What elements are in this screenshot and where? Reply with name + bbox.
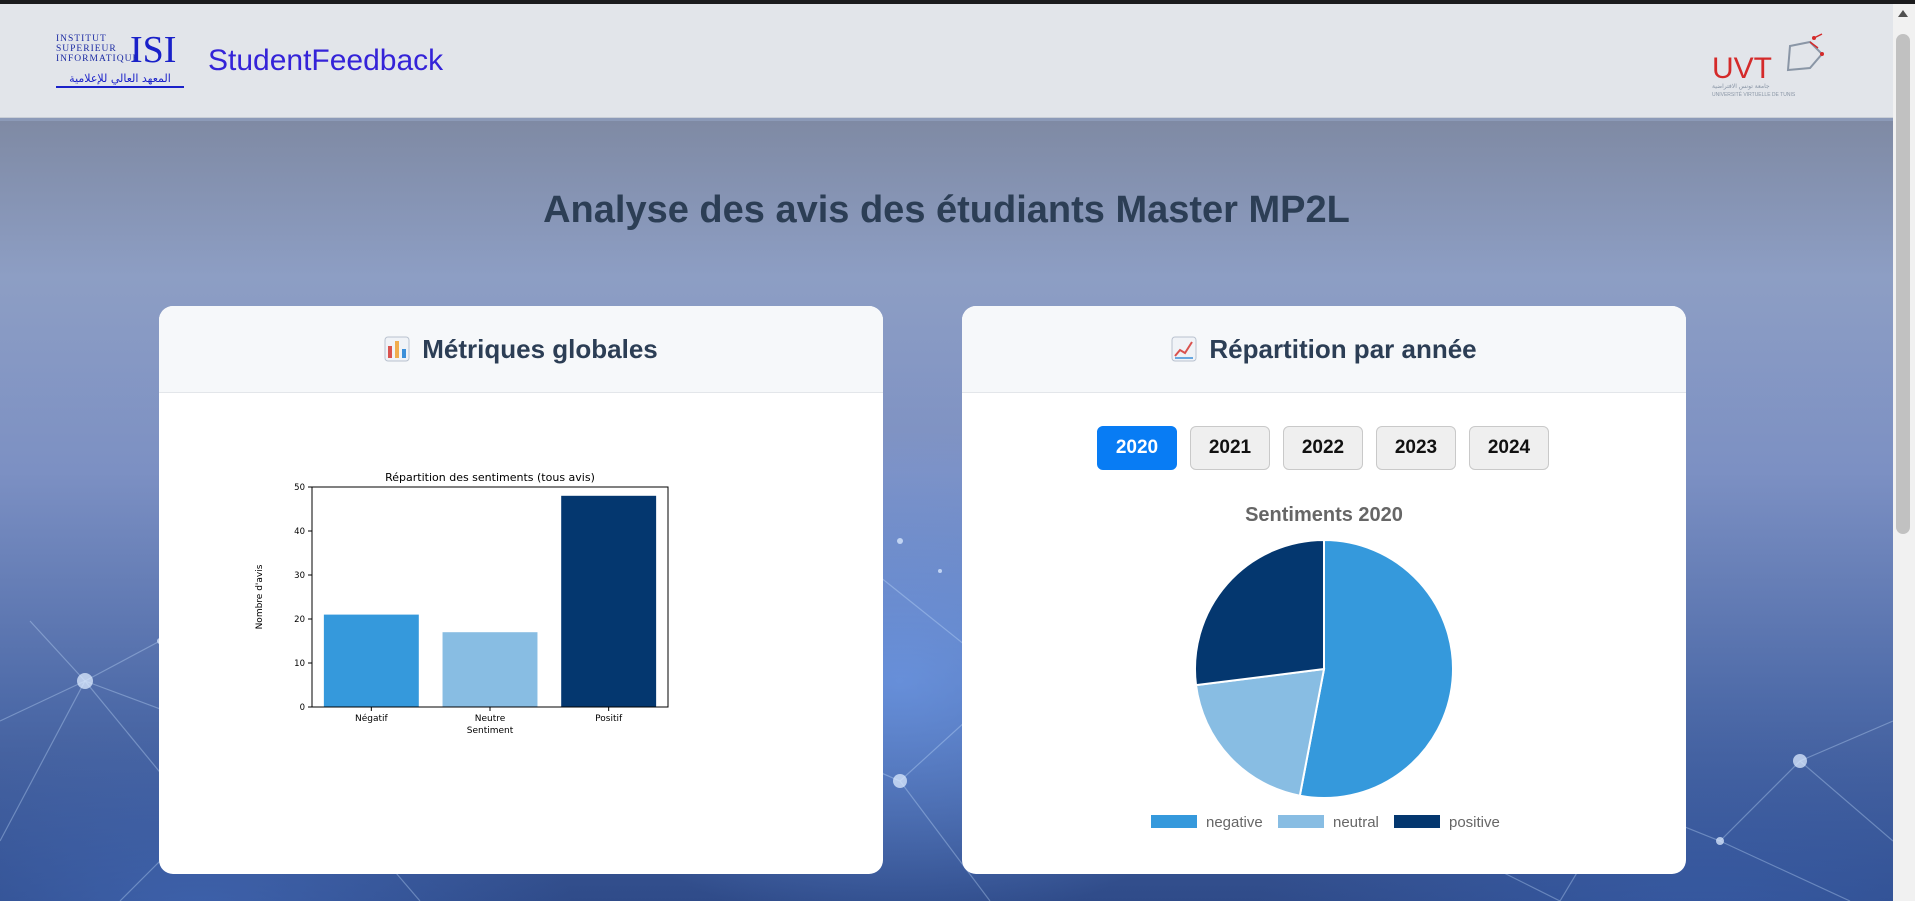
page-scrollbar[interactable] [1893,4,1915,901]
sentiment-bar-chart: Répartition des sentiments (tous avis) Né… [255,471,669,736]
y-tick-label: 50 [294,483,305,493]
year-tab-2022[interactable]: 2022 [1283,426,1363,470]
year-tab-2024[interactable]: 2024 [1469,426,1549,470]
legend-swatch [1278,815,1324,828]
x-tick-label: Positif [595,714,623,724]
bar-négatif [323,614,419,707]
sentiment-pie-chart [1194,538,1454,799]
metrics-card-header: Métriques globales [159,306,883,393]
year-tab-2021[interactable]: 2021 [1190,426,1270,470]
y-tick-label: 10 [294,659,305,669]
y-tick-label: 0 [300,703,305,713]
y-axis-label: Nombre d'avis [255,564,265,629]
legend-swatch [1394,815,1440,828]
distribution-card-header: Répartition par année [962,306,1686,393]
y-tick-label: 40 [294,527,305,537]
y-tick-label: 30 [294,571,305,581]
isi-logo-arabic: المعهد العالي للإعلامية [56,72,184,88]
x-axis-label: Sentiment [467,726,514,736]
legend-item-neutral[interactable]: neutral [1278,814,1379,831]
legend-label: negative [1206,814,1263,831]
legend-label: positive [1449,814,1500,831]
bar-chart-icon [384,336,410,362]
pie-slice-positive [1194,538,1325,687]
legend-label: neutral [1333,814,1379,831]
year-tab-2020[interactable]: 2020 [1097,426,1177,470]
distribution-card: Répartition par année 2020 2021 2022 202… [962,306,1686,874]
y-tick-label: 20 [294,615,305,625]
x-tick-label: Neutre [475,714,506,724]
uvt-logo[interactable]: UVT جامعة تونس الافتراضية UNIVERSITÉ VIR… [1710,32,1830,98]
bar-chart-title: Répartition des sentiments (tous avis) [385,471,595,484]
brand-link[interactable]: StudentFeedback [208,44,443,78]
metrics-card: Métriques globales Répartition des senti… [159,306,883,874]
bar-positif [561,495,657,707]
site-header: INSTITUT SUPERIEUR INFORMATIQUE ISI المع… [0,4,1893,118]
line-chart-icon [1171,336,1197,362]
uvt-logo-text: UVT [1712,52,1772,85]
page-title: Analyse des avis des étudiants Master MP… [543,189,1350,231]
isi-logo-line: INFORMATIQUE [56,54,140,64]
legend-item-positive[interactable]: positive [1394,814,1500,831]
metrics-card-title: Métriques globales [422,333,658,364]
legend-swatch [1151,815,1197,828]
isi-logo-acronym: ISI [130,29,177,71]
isi-logo[interactable]: INSTITUT SUPERIEUR INFORMATIQUE ISI المع… [56,30,186,90]
browser-viewport: INSTITUT SUPERIEUR INFORMATIQUE ISI المع… [0,4,1893,901]
scrollbar-thumb[interactable] [1896,34,1910,534]
isi-logo-line: INSTITUT [56,34,107,44]
year-tab-2023[interactable]: 2023 [1376,426,1456,470]
pie-chart-title: Sentiments 2020 [1245,504,1403,526]
legend-item-negative[interactable]: negative [1151,814,1263,831]
distribution-card-title: Répartition par année [1209,333,1477,364]
x-tick-label: Négatif [355,713,389,724]
uvt-logo-arabic: جامعة تونس الافتراضية [1712,83,1770,90]
uvt-logo-subtitle: UNIVERSITÉ VIRTUELLE DE TUNIS [1712,91,1796,98]
bar-neutre [442,632,538,707]
isi-logo-line: SUPERIEUR [56,44,117,54]
scroll-up-arrow-icon[interactable] [1898,10,1908,17]
isi-logo-lines: INSTITUT SUPERIEUR INFORMATIQUE [56,34,139,64]
